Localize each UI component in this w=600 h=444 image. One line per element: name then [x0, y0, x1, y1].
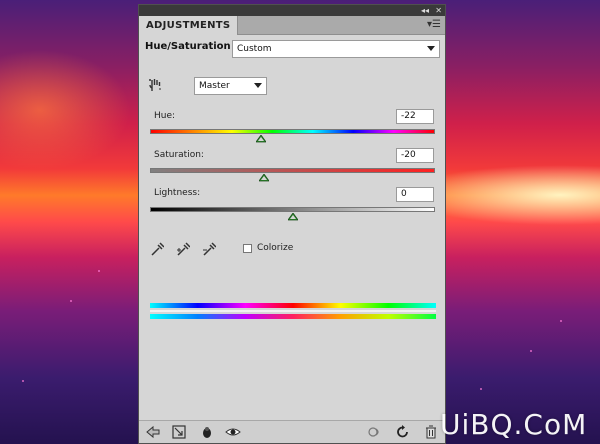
- hue-input[interactable]: -22: [396, 109, 434, 124]
- background-sparkle: [22, 380, 24, 382]
- saturation-slider-track[interactable]: [150, 168, 435, 173]
- bottom-toolbar: [139, 420, 445, 443]
- hue-slider-track[interactable]: [150, 129, 435, 134]
- eyedropper-icon[interactable]: [150, 241, 164, 257]
- adjustments-panel: ◂◂ ✕ ADJUSTMENTS ▾☰ Hue/Saturation Custo…: [138, 4, 446, 444]
- background-sparkle: [98, 270, 100, 272]
- collapse-icon[interactable]: ◂◂: [421, 5, 429, 16]
- targeted-adjustment-hand-icon[interactable]: [147, 77, 163, 93]
- close-icon[interactable]: ✕: [435, 5, 442, 16]
- lightness-label: Lightness:: [154, 188, 201, 198]
- background-sparkle: [480, 388, 482, 390]
- lightness-input[interactable]: 0: [396, 187, 434, 202]
- panel-tab-row: ADJUSTMENTS ▾☰: [139, 16, 445, 35]
- clip-to-layer-icon[interactable]: [199, 424, 215, 440]
- adjustment-title: Hue/Saturation: [145, 41, 231, 52]
- background-sparkle: [560, 320, 562, 322]
- hue-label: Hue:: [154, 111, 176, 121]
- output-color-spectrum: [150, 310, 436, 312]
- back-arrow-icon[interactable]: [145, 424, 161, 440]
- panel-menu-icon[interactable]: ▾☰: [427, 19, 441, 30]
- watermark: UiBQ.CoM: [440, 408, 588, 441]
- background-sparkle: [530, 350, 532, 352]
- output-color-spectrum: [150, 314, 436, 319]
- channel-value: Master: [199, 81, 230, 91]
- view-previous-state-icon[interactable]: [367, 424, 383, 440]
- background-sparkle: [70, 300, 72, 302]
- chevron-down-icon: [427, 46, 435, 51]
- eyedropper-minus-icon[interactable]: [202, 241, 216, 257]
- trash-icon[interactable]: [423, 424, 439, 440]
- preset-value: Custom: [237, 44, 272, 54]
- reset-icon[interactable]: [395, 424, 411, 440]
- saturation-input[interactable]: -20: [396, 148, 434, 163]
- tab-adjustments[interactable]: ADJUSTMENTS: [139, 16, 239, 35]
- saturation-label: Saturation:: [154, 150, 204, 160]
- channel-dropdown[interactable]: Master: [194, 77, 267, 95]
- expanded-view-icon[interactable]: [171, 424, 187, 440]
- panel-titlebar: ◂◂ ✕: [139, 5, 445, 16]
- colorize-label: Colorize: [257, 243, 294, 253]
- chevron-down-icon: [254, 83, 262, 88]
- eye-icon[interactable]: [225, 424, 241, 440]
- preset-dropdown[interactable]: Custom: [232, 40, 440, 58]
- eyedropper-plus-icon[interactable]: [176, 241, 190, 257]
- colorize-checkbox[interactable]: [243, 244, 252, 253]
- lightness-slider-track[interactable]: [150, 207, 435, 212]
- input-color-spectrum: [150, 303, 436, 308]
